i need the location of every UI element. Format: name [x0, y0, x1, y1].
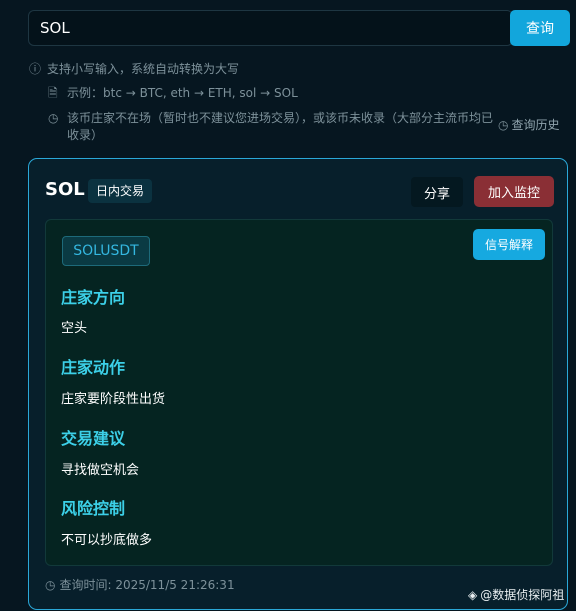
query-time-text: 查询时间: 2025/11/5 21:26:31	[59, 578, 235, 592]
search-row: 查询	[28, 10, 570, 46]
hint-not-listed: 该币庄家不在场（暂时也不建议您进场交易），或该币未收录（大部分主流币均已收录）	[67, 111, 494, 142]
history-clock-icon: ◷	[498, 118, 509, 132]
query-time-clock-icon: ◷	[45, 578, 56, 592]
info-icon: ⓘ	[29, 62, 42, 76]
query-time: ◷ 查询时间: 2025/11/5 21:26:31	[45, 577, 235, 594]
watermark: ◈ @数据侦探阿祖	[468, 586, 564, 603]
binance-logo-icon: ◈	[468, 588, 478, 602]
clock-icon: ◷	[48, 111, 59, 125]
document-icon: 🗎	[48, 86, 58, 100]
share-button[interactable]: 分享	[411, 177, 463, 207]
coin-title: SOL	[45, 179, 85, 200]
trade-type-badge: 日内交易	[88, 179, 153, 203]
section-text-advice: 寻找做空机会	[61, 463, 140, 478]
section-text-direction: 空头	[61, 321, 88, 336]
hint-uppercase: 支持小写输入，系统自动转换为大写	[47, 62, 240, 76]
signal-explain-button[interactable]: 信号解释	[473, 229, 545, 260]
search-input[interactable]	[28, 10, 513, 46]
signal-panel: SOLUSDT 信号解释 庄家方向 空头 庄家动作 庄家要阶段性出货 交易建议 …	[45, 219, 553, 566]
add-monitor-button[interactable]: 加入监控	[474, 176, 554, 207]
section-title-risk: 风险控制	[61, 499, 126, 518]
query-button[interactable]: 查询	[510, 10, 570, 46]
query-history-link[interactable]: ◷ 查询历史	[498, 117, 560, 134]
hint-example: 示例：btc → BTC, eth → ETH, sol → SOL	[67, 86, 298, 100]
watermark-text: @数据侦探阿祖	[480, 588, 565, 602]
query-history-label: 查询历史	[511, 118, 560, 132]
section-title-advice: 交易建议	[61, 429, 126, 448]
section-title-direction: 庄家方向	[61, 288, 126, 307]
section-text-risk: 不可以抄底做多	[61, 533, 153, 548]
section-text-action: 庄家要阶段性出货	[61, 392, 166, 407]
section-title-action: 庄家动作	[61, 358, 126, 377]
trading-pair-badge: SOLUSDT	[62, 236, 150, 266]
result-card: SOL 日内交易 分享 加入监控 SOLUSDT 信号解释 庄家方向 空头 庄家…	[28, 158, 568, 610]
